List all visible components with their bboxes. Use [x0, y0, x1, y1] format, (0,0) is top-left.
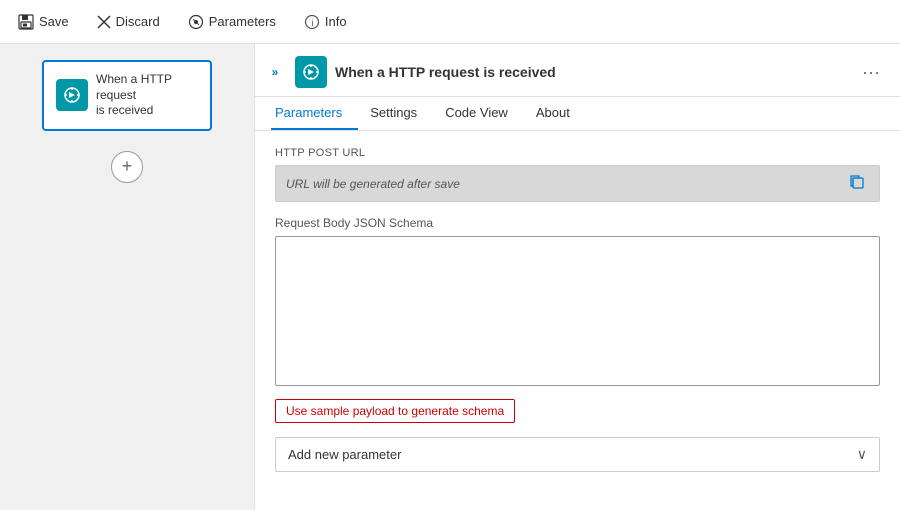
panel-header: » When a HTTP request is received ··· [255, 44, 900, 97]
panel-title: When a HTTP request is received [335, 64, 850, 80]
copy-icon [849, 174, 865, 190]
save-icon [18, 14, 34, 30]
parameters-button[interactable]: Parameters [186, 10, 278, 34]
right-panel: » When a HTTP request is received ··· [255, 44, 900, 510]
sample-payload-label: Use sample payload to generate schema [286, 404, 504, 418]
add-step-button[interactable]: + [111, 151, 143, 183]
copy-url-button[interactable] [845, 172, 869, 195]
svg-text:i: i [311, 18, 313, 28]
tab-settings[interactable]: Settings [366, 97, 433, 130]
http-post-url-label: HTTP POST URL [275, 147, 880, 159]
info-label: Info [325, 14, 347, 29]
more-options-button[interactable]: ··· [858, 63, 884, 81]
panel-node-icon [295, 56, 327, 88]
tab-code-view[interactable]: Code View [441, 97, 524, 130]
save-button[interactable]: Save [16, 10, 71, 34]
url-field: URL will be generated after save [275, 165, 880, 202]
schema-label: Request Body JSON Schema [275, 216, 880, 230]
trigger-node-label: When a HTTP requestis received [96, 72, 198, 119]
main-layout: When a HTTP requestis received + » [0, 44, 900, 510]
schema-textarea[interactable] [275, 236, 880, 386]
tabs-bar: Parameters Settings Code View About [255, 97, 900, 131]
chevron-down-icon: ∨ [857, 446, 867, 463]
info-button[interactable]: i Info [302, 10, 349, 34]
sample-payload-button[interactable]: Use sample payload to generate schema [275, 399, 515, 423]
left-panel: When a HTTP requestis received + [0, 44, 255, 510]
expand-button[interactable]: » [263, 60, 287, 84]
trigger-node-card[interactable]: When a HTTP requestis received [42, 60, 212, 131]
expand-icon: » [272, 65, 279, 79]
panel-content: HTTP POST URL URL will be generated afte… [255, 131, 900, 510]
add-step-icon: + [122, 156, 133, 177]
toolbar: Save Discard Parameters i Info [0, 0, 900, 44]
info-icon: i [304, 14, 320, 30]
discard-icon [97, 15, 111, 29]
url-placeholder-text: URL will be generated after save [286, 177, 845, 191]
tab-parameters[interactable]: Parameters [271, 97, 358, 130]
parameters-icon [188, 14, 204, 30]
parameters-label: Parameters [209, 14, 276, 29]
discard-label: Discard [116, 14, 160, 29]
tab-about[interactable]: About [532, 97, 586, 130]
trigger-node-icon [56, 79, 88, 111]
add-parameter-row[interactable]: Add new parameter ∨ [275, 437, 880, 472]
save-label: Save [39, 14, 69, 29]
add-param-label: Add new parameter [288, 447, 401, 462]
more-icon: ··· [862, 62, 880, 82]
discard-button[interactable]: Discard [95, 10, 162, 33]
